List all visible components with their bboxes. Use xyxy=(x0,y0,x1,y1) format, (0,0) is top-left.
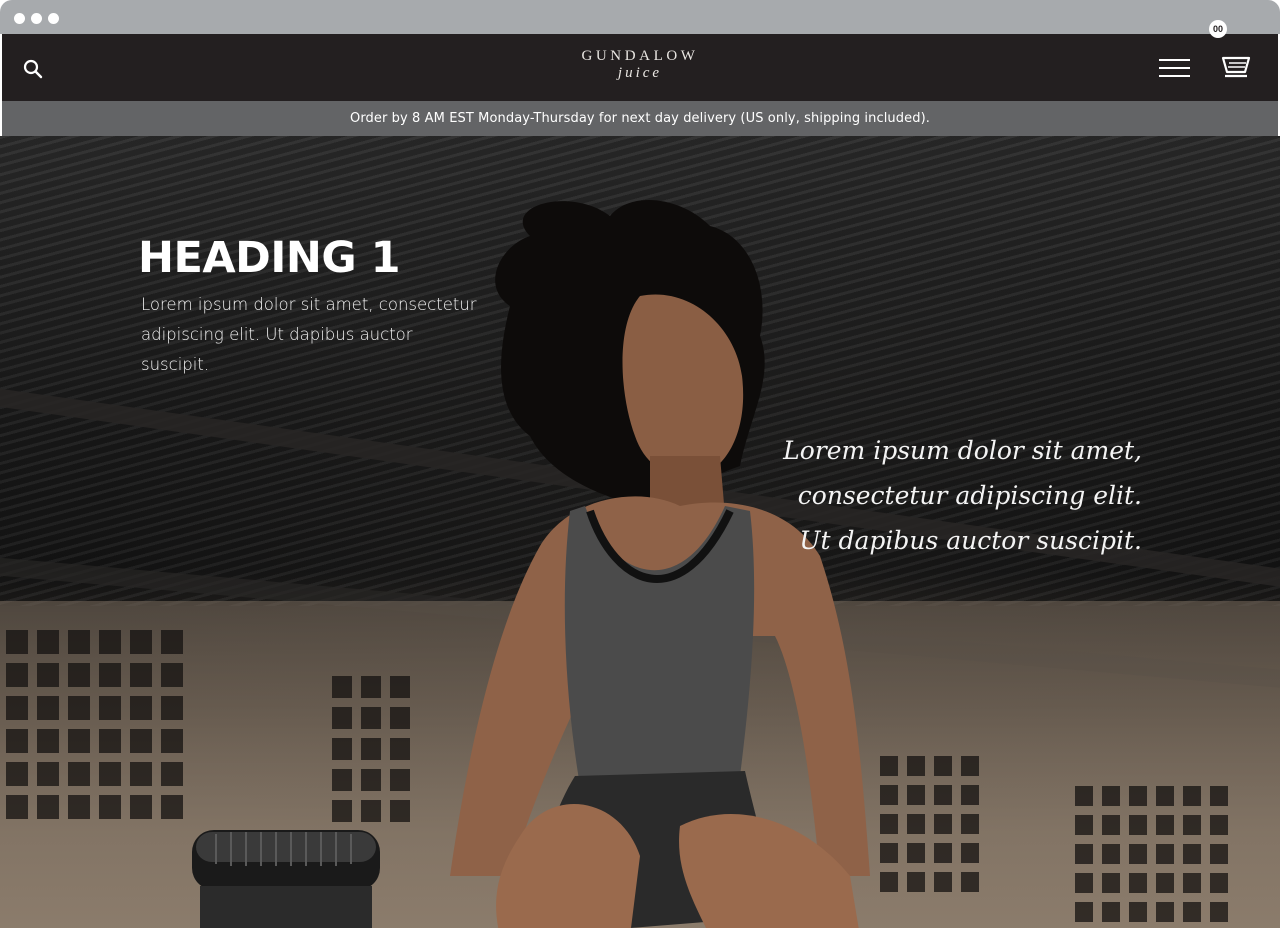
menu-button[interactable] xyxy=(1159,59,1190,81)
hero-body-text: Lorem ipsum dolor sit amet, consectetur … xyxy=(141,295,477,374)
window-dot[interactable] xyxy=(48,13,59,24)
site-header: GUNDALOW juice xyxy=(2,34,1278,101)
hero-heading: HEADING 1 xyxy=(138,233,401,283)
announcement-bar: Order by 8 AM EST Monday-Thursday for ne… xyxy=(2,101,1278,136)
window-dot[interactable] xyxy=(31,13,42,24)
announcement-text: Order by 8 AM EST Monday-Thursday for ne… xyxy=(350,111,930,126)
logo-wordmark: GUNDALOW xyxy=(581,48,699,64)
cart-button[interactable] xyxy=(1209,52,1253,82)
cart-count-badge: 00 xyxy=(1209,20,1227,38)
site-logo[interactable]: GUNDALOW juice xyxy=(2,48,1278,82)
hero-section: HEADING 1 Lorem ipsum dolor sit amet, co… xyxy=(0,136,1280,928)
browser-chrome xyxy=(0,0,1280,34)
hamburger-menu-icon xyxy=(1159,59,1190,77)
window-controls xyxy=(14,13,59,24)
cart-icon xyxy=(1221,56,1251,78)
product-jar-image xyxy=(192,830,380,928)
wall-window xyxy=(1075,786,1228,922)
wall-window xyxy=(6,630,183,819)
window-dot[interactable] xyxy=(14,13,25,24)
hero-quote: Lorem ipsum dolor sit amet, consectetur … xyxy=(783,436,1142,555)
logo-subtitle: juice xyxy=(617,65,663,81)
